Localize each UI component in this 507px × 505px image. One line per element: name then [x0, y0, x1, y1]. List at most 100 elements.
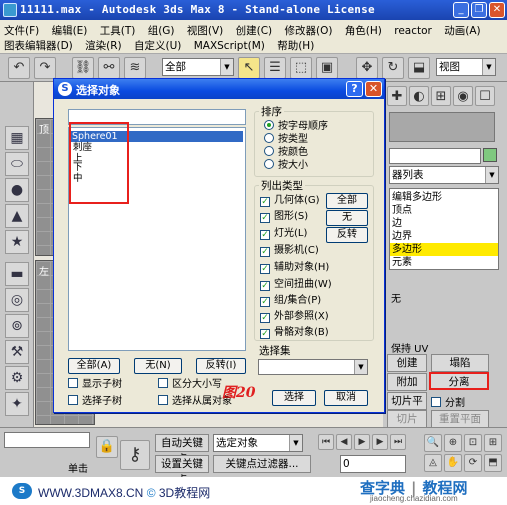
close-button[interactable]: ✕ [489, 2, 505, 18]
slice-button[interactable]: 切片 [387, 410, 427, 428]
key-icon[interactable]: ⚷ [120, 440, 150, 470]
box-primitive-icon[interactable]: ▦ [5, 126, 29, 150]
hierarchy-tab-icon[interactable]: ⊞ [431, 86, 451, 106]
menu-edit[interactable]: 编辑(E) [52, 25, 88, 37]
modify-tab-icon[interactable]: ◐ [409, 86, 429, 106]
stack-item[interactable]: 元素 [390, 256, 507, 269]
light-icon[interactable]: ✦ [5, 392, 29, 416]
select-dependents-checkbox[interactable]: 选择从属对象 [158, 395, 232, 408]
types-invert-button[interactable]: 反转 [326, 227, 368, 243]
split-checkbox[interactable]: 分割 [431, 394, 465, 409]
menu-character[interactable]: 角色(H) [345, 25, 382, 37]
slice-plane-button[interactable]: 切片平面 [387, 392, 427, 423]
invert-selection-button[interactable]: 反转(I) [196, 358, 246, 374]
select-button[interactable]: 选择 [272, 390, 316, 406]
selection-filter-dropdown[interactable]: 全部 ▼ [162, 58, 234, 76]
star-shape-icon[interactable]: ★ [5, 230, 29, 254]
window-crossing-icon[interactable]: ▣ [316, 57, 338, 79]
zoom-all-icon[interactable]: ⊕ [444, 434, 462, 452]
type-shapes-checkbox[interactable]: ✓ 图形(S) [260, 210, 308, 223]
object-color-swatch[interactable] [483, 148, 497, 162]
maxscript-listener[interactable] [4, 432, 90, 448]
go-to-start-icon[interactable]: ⏮ [318, 434, 334, 450]
key-selection-dropdown[interactable]: 选定对象 ▼ [213, 434, 303, 452]
type-lights-checkbox[interactable]: ✓ 灯光(L) [260, 227, 307, 240]
stack-item[interactable]: 顶点 [390, 204, 507, 217]
detach-button[interactable]: 分离 [429, 372, 489, 390]
wrench-icon[interactable]: ⚒ [5, 340, 29, 364]
sort-by-color-radio[interactable]: 按颜色 [264, 146, 308, 159]
object-name-field[interactable] [389, 148, 481, 164]
field-of-view-icon[interactable]: ◬ [424, 454, 442, 472]
select-children-checkbox[interactable]: 选择子树 [68, 395, 122, 408]
sphere-primitive-icon[interactable]: ● [5, 178, 29, 202]
key-filters-button[interactable]: 关键点过滤器... [213, 455, 311, 473]
menu-tools[interactable]: 工具(T) [100, 25, 136, 37]
create-tab-icon[interactable]: ✚ [387, 86, 407, 106]
selection-set-dropdown[interactable]: ▼ [258, 359, 368, 375]
arc-rotate-icon[interactable]: ⟳ [464, 454, 482, 472]
zoom-extents-all-icon[interactable]: ⊞ [484, 434, 502, 452]
object-list[interactable]: Sphere01 刺座 上 下 中 [68, 122, 246, 351]
select-none-button[interactable]: 无(N) [134, 358, 182, 374]
torus-primitive-icon[interactable]: ◎ [5, 288, 29, 312]
zoom-icon[interactable]: 🔍 [424, 434, 442, 452]
bind-spacewarp-icon[interactable]: ≋ [124, 57, 146, 79]
plane-primitive-icon[interactable]: ▬ [5, 262, 29, 286]
stack-item[interactable]: 边界 [390, 230, 507, 243]
select-all-button[interactable]: 全部(A) [68, 358, 120, 374]
modifier-list-dropdown[interactable]: 器列表 ▼ [389, 166, 499, 184]
display-tab-icon[interactable]: ☐ [475, 86, 495, 106]
menu-file[interactable]: 文件(F) [4, 25, 39, 37]
menu-rendering[interactable]: 渲染(R) [85, 40, 122, 52]
type-cameras-checkbox[interactable]: ✓ 摄影机(C) [260, 244, 319, 257]
rectangular-selection-icon[interactable]: ⬚ [290, 57, 312, 79]
redo-icon[interactable]: ↷ [34, 57, 56, 79]
menu-help[interactable]: 帮助(H) [277, 40, 314, 52]
reference-coordinate-dropdown[interactable]: 视图 ▼ [436, 58, 496, 76]
undo-icon[interactable]: ↶ [8, 57, 30, 79]
sort-by-size-radio[interactable]: 按大小 [264, 159, 308, 172]
cancel-button[interactable]: 取消 [324, 390, 368, 406]
menu-group[interactable]: 组(G) [148, 25, 175, 37]
type-bones-checkbox[interactable]: ✓ 骨骼对象(B) [260, 326, 329, 339]
menu-reactor[interactable]: reactor [394, 25, 432, 37]
stack-item[interactable]: 编辑多边形 [390, 191, 507, 204]
select-by-name-icon[interactable]: ☰ [264, 57, 286, 79]
case-sensitive-checkbox[interactable]: 区分大小写 [158, 378, 222, 391]
next-frame-icon[interactable]: ▶ [372, 434, 388, 450]
types-all-button[interactable]: 全部 [326, 193, 368, 209]
motion-tab-icon[interactable]: ◉ [453, 86, 473, 106]
create-button[interactable]: 创建 [387, 354, 427, 372]
type-groups-checkbox[interactable]: ✓ 组/集合(P) [260, 294, 321, 307]
stack-item[interactable]: 边 [390, 217, 507, 230]
minimize-button[interactable]: _ [453, 2, 469, 18]
select-object-icon[interactable]: ↖ [238, 57, 260, 79]
auto-key-button[interactable]: 自动关键点 [155, 434, 209, 465]
reset-plane-button[interactable]: 重置平面 [431, 410, 489, 428]
cone-primitive-icon[interactable]: ▲ [5, 204, 29, 228]
type-xrefs-checkbox[interactable]: ✓ 外部参照(X) [260, 310, 329, 323]
move-icon[interactable]: ✥ [356, 57, 378, 79]
types-none-button[interactable]: 无 [326, 210, 368, 226]
menu-modifiers[interactable]: 修改器(O) [285, 25, 333, 37]
previous-frame-icon[interactable]: ◀ [336, 434, 352, 450]
play-icon[interactable]: ▶ [354, 434, 370, 450]
select-link-icon[interactable]: ⛓ [72, 57, 94, 79]
help-button[interactable]: ? [346, 81, 363, 97]
sort-alphabetical-radio[interactable]: 按字母顺序 [264, 120, 328, 133]
unlink-icon[interactable]: ⚯ [98, 57, 120, 79]
rotate-icon[interactable]: ↻ [382, 57, 404, 79]
go-to-end-icon[interactable]: ⏭ [390, 434, 406, 450]
menu-animation[interactable]: 动画(A) [444, 25, 480, 37]
type-spacewarps-checkbox[interactable]: ✓ 空间扭曲(W) [260, 278, 332, 291]
modifier-stack[interactable]: 编辑多边形 顶点 边 边界 多边形 元素 [389, 188, 499, 270]
menu-graph-editors[interactable]: 图表编辑器(D) [4, 40, 73, 52]
menu-views[interactable]: 视图(V) [187, 25, 223, 37]
stack-item-selected[interactable]: 多边形 [390, 243, 498, 256]
restore-button[interactable]: ❐ [471, 2, 487, 18]
scale-icon[interactable]: ⬓ [408, 57, 430, 79]
attach-button[interactable]: 附加 [387, 373, 427, 391]
menu-maxscript[interactable]: MAXScript(M) [194, 40, 265, 52]
frame-spinner[interactable]: 0 [340, 455, 406, 473]
